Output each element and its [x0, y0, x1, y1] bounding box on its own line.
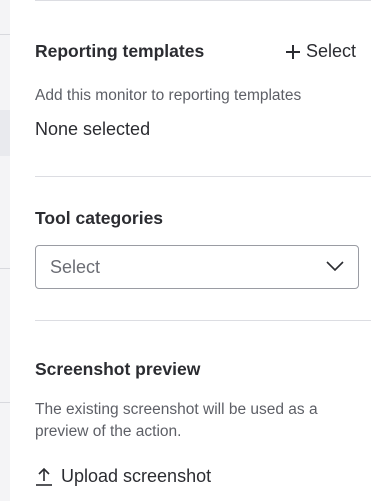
- page: Reporting templates Select Add this moni…: [0, 0, 385, 501]
- upload-screenshot-button[interactable]: Upload screenshot: [35, 466, 211, 487]
- reporting-templates-value: None selected: [35, 119, 151, 139]
- upload-screenshot-label: Upload screenshot: [61, 466, 212, 486]
- select-button-label: Select: [306, 41, 357, 61]
- tool-categories-title: Tool categories: [35, 208, 164, 228]
- reporting-templates-select-button[interactable]: Select: [286, 41, 356, 62]
- plus-icon: [286, 44, 300, 59]
- background-page-edge: [0, 0, 10, 501]
- screenshot-preview-title: Screenshot preview: [35, 359, 201, 379]
- chevron-down-icon: [326, 261, 344, 271]
- divider: [0, 402, 10, 403]
- screenshot-preview-description: The existing screenshot will be used as …: [35, 401, 318, 440]
- reporting-templates-title: Reporting templates: [35, 41, 205, 61]
- tool-categories-select[interactable]: Select: [35, 245, 359, 289]
- upload-icon: [36, 467, 52, 486]
- section-divider: [35, 0, 371, 1]
- background-shade: [0, 110, 10, 156]
- reporting-templates-description: Add this monitor to reporting templates: [35, 87, 302, 104]
- side-panel: Reporting templates Select Add this moni…: [10, 0, 385, 501]
- section-divider: [35, 320, 371, 321]
- divider: [0, 34, 10, 35]
- divider: [0, 268, 10, 269]
- tool-categories-placeholder: Select: [50, 257, 101, 277]
- section-divider: [35, 176, 371, 177]
